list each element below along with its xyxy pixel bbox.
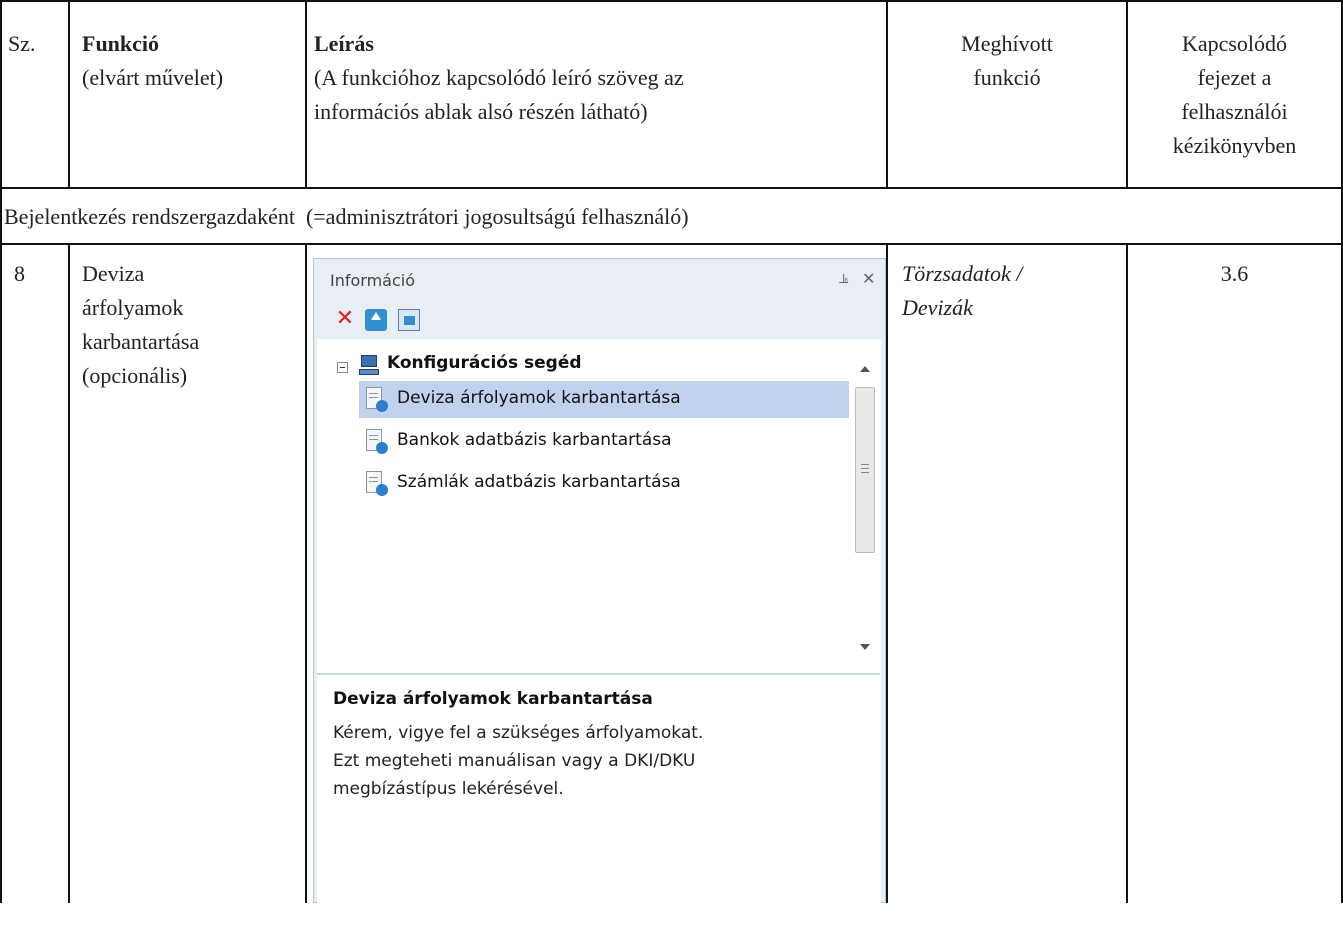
pin-icon[interactable]: ⫡ xyxy=(839,271,848,287)
table-border-col2 xyxy=(305,0,307,187)
row-function-3: karbantartása xyxy=(82,329,200,354)
collapse-icon[interactable] xyxy=(337,362,348,373)
document-gear-icon xyxy=(364,387,388,412)
table-border-header-bottom xyxy=(0,187,1343,189)
tree-view: Konfigurációs segéd Deviza árfolyamok ka… xyxy=(317,339,881,928)
header-number: Sz. xyxy=(8,31,36,56)
scroll-down-arrow-icon[interactable] xyxy=(860,644,870,650)
header-chapter-2: fejezet a xyxy=(1197,65,1272,90)
document-gear-icon xyxy=(364,471,388,496)
header-function-subtitle: (elvárt művelet) xyxy=(82,65,224,90)
panel-title: Információ xyxy=(330,271,415,290)
tree-item-label: Számlák adatbázis karbantartása xyxy=(397,472,681,492)
table-border-col4b xyxy=(1126,243,1128,903)
table-border-section-bottom xyxy=(0,243,1343,245)
description-area: Deviza árfolyamok karbantartása Kérem, v… xyxy=(317,673,880,928)
document-gear-icon xyxy=(364,429,388,454)
description-title: Deviza árfolyamok karbantartása xyxy=(333,689,653,709)
up-icon[interactable] xyxy=(365,309,387,331)
header-chapter-4: kézikönyvben xyxy=(1172,133,1297,158)
new-window-icon[interactable] xyxy=(398,309,420,331)
table-border-left xyxy=(0,0,2,903)
header-description-title: Leírás xyxy=(314,31,374,56)
document-table: Sz. Funkció (elvárt művelet) Leírás (A f… xyxy=(0,0,1343,928)
header-called-function-2: funkció xyxy=(973,65,1041,90)
row-chapter: 3.6 xyxy=(1220,261,1249,286)
tree-item-deviza[interactable]: Deviza árfolyamok karbantartása xyxy=(359,381,849,418)
tree-root-label[interactable]: Konfigurációs segéd xyxy=(387,353,582,373)
table-border-col3b xyxy=(886,243,888,903)
header-description-sub-2: információs ablak alsó részén látható) xyxy=(314,99,648,124)
row-function-4: (opcionális) xyxy=(82,363,188,388)
delete-icon[interactable]: ✕ xyxy=(334,308,356,331)
row-called-function-1: Törzsadatok / xyxy=(902,261,1023,286)
tree-item-label: Bankok adatbázis karbantartása xyxy=(397,430,672,450)
tree-item-szamlak[interactable]: Számlák adatbázis karbantartása xyxy=(359,465,849,502)
information-panel: Információ ⫡ ✕ ✕ Konfigurációs segéd Dev… xyxy=(313,258,886,928)
table-border-col1 xyxy=(68,0,70,187)
table-border-top xyxy=(0,0,1343,2)
header-description-sub-1: (A funkcióhoz kapcsolódó leíró szöveg az xyxy=(314,65,684,90)
row-function-2: árfolyamok xyxy=(82,295,184,320)
row-called-function-2: Devizák xyxy=(902,295,973,320)
vertical-scrollbar[interactable] xyxy=(851,339,879,669)
table-border-col1b xyxy=(68,243,70,903)
description-body: Kérem, vigye fel a szükséges árfolyamoka… xyxy=(333,723,704,799)
scroll-thumb[interactable] xyxy=(855,387,875,553)
section-row-text: Bejelentkezés rendszergazdaként (=admini… xyxy=(4,204,689,229)
header-called-function-1: Meghívott xyxy=(961,31,1053,56)
scroll-up-arrow-icon[interactable] xyxy=(860,366,870,372)
tree-area: Konfigurációs segéd Deviza árfolyamok ka… xyxy=(317,339,880,669)
header-function-title: Funkció xyxy=(82,31,160,56)
tree-item-label: Deviza árfolyamok karbantartása xyxy=(397,388,681,408)
row-number: 8 xyxy=(14,261,25,286)
close-icon[interactable]: ✕ xyxy=(862,269,875,288)
table-border-col2b xyxy=(305,243,307,903)
computer-icon xyxy=(359,355,379,377)
row-function-1: Deviza xyxy=(82,261,145,286)
header-chapter-1: Kapcsolódó xyxy=(1181,31,1288,56)
header-chapter-3: felhasználói xyxy=(1181,99,1288,124)
tree-item-bankok[interactable]: Bankok adatbázis karbantartása xyxy=(359,423,849,460)
